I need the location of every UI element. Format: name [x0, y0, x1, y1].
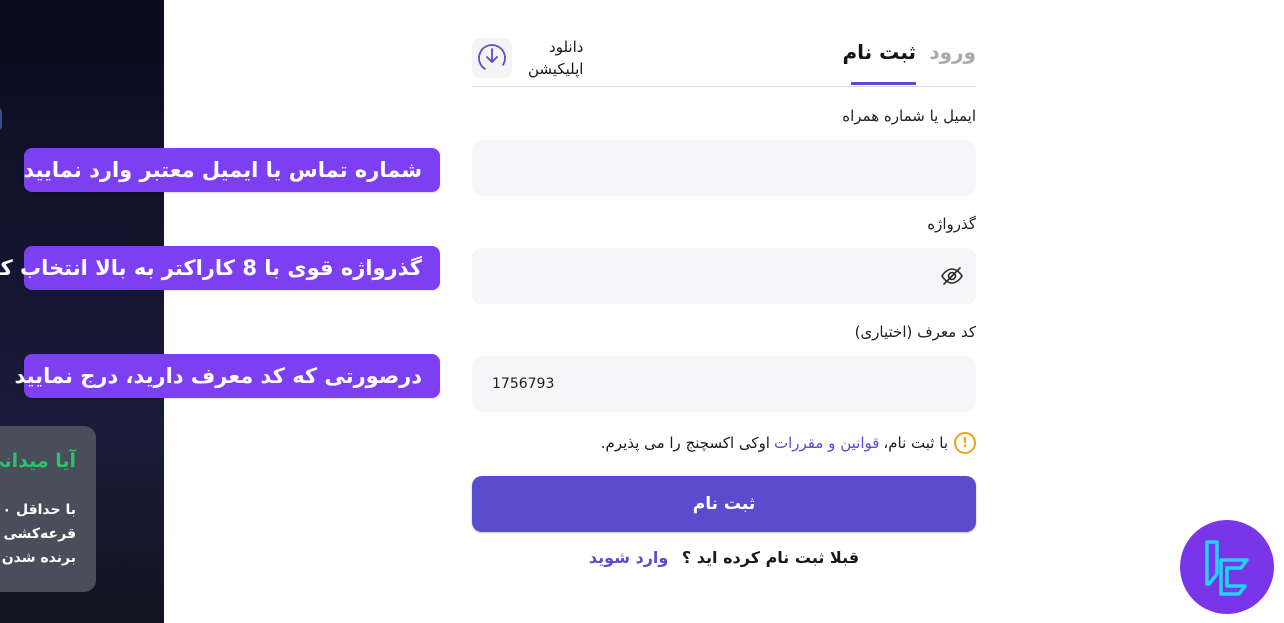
- panel-glow: [0, 108, 2, 130]
- download-app-text: دانلود اپلیکیشن: [528, 36, 583, 80]
- brand-logo-icon: [1180, 520, 1274, 614]
- download-line-2: اپلیکیشن: [528, 60, 584, 78]
- terms-prefix: با ثبت نام،: [883, 434, 948, 452]
- terms-link[interactable]: قوانین و مقررات: [774, 434, 879, 452]
- callout-email-hint: شماره تماس یا ایمیل معتبر وارد نمایید: [23, 148, 440, 192]
- download-line-1: دانلود: [549, 38, 584, 56]
- login-link[interactable]: وارد شوید: [589, 548, 668, 567]
- info-card-title: آیا میدانی: [0, 450, 76, 472]
- email-label: ایمیل یا شماره همراه: [842, 107, 976, 125]
- terms-suffix: اوکی اکسچنج را می پذیرم.: [600, 434, 770, 452]
- tab-login[interactable]: ورود: [929, 40, 976, 64]
- email-field-wrapper: [472, 140, 976, 196]
- left-decor-panel: آیا میدانی با حداقل ۱۰ قرعه‌کشی ب برنده …: [0, 0, 164, 623]
- callout-password-hint: گذرواژه قوی با 8 کاراکتر به بالا انتخاب …: [0, 246, 440, 290]
- register-form: ورود ثبت نام دانلود اپلیکیشن ایمیل یا شم…: [472, 0, 976, 623]
- referral-label: کد معرف (اختیاری): [854, 323, 976, 341]
- info-card-line: برنده شدن: [1, 550, 76, 566]
- terms-row: ! با ثبت نام، قوانین و مقررات اوکی اکسچن…: [597, 430, 976, 456]
- auth-tabs: ورود ثبت نام دانلود اپلیکیشن: [472, 30, 976, 87]
- already-registered-text: قبلا ثبت نام کرده اید ؟: [681, 548, 860, 567]
- already-registered-row: قبلا ثبت نام کرده اید ؟ وارد شوید: [472, 548, 976, 567]
- password-field[interactable]: [472, 248, 976, 304]
- referral-field[interactable]: [472, 356, 976, 412]
- password-field-wrapper: [472, 248, 976, 304]
- download-icon: [472, 38, 512, 78]
- register-submit-button[interactable]: ثبت نام: [472, 476, 976, 532]
- referral-field-wrapper: [472, 356, 976, 412]
- eye-off-icon[interactable]: [940, 264, 964, 288]
- tab-register[interactable]: ثبت نام: [843, 40, 917, 64]
- email-field[interactable]: [472, 140, 976, 196]
- callout-referral-hint: درصورتی که کد معرف دارید، درج نمایید: [14, 354, 440, 398]
- download-app-button[interactable]: دانلود اپلیکیشن: [472, 34, 596, 82]
- active-tab-indicator: [851, 82, 916, 85]
- warning-icon: !: [954, 432, 976, 454]
- password-label: گذرواژه: [927, 215, 976, 233]
- did-you-know-card: آیا میدانی با حداقل ۱۰ قرعه‌کشی ب برنده …: [0, 426, 96, 592]
- info-card-line: با حداقل ۱۰: [0, 502, 76, 518]
- info-card-line: قرعه‌کشی ب: [0, 526, 76, 542]
